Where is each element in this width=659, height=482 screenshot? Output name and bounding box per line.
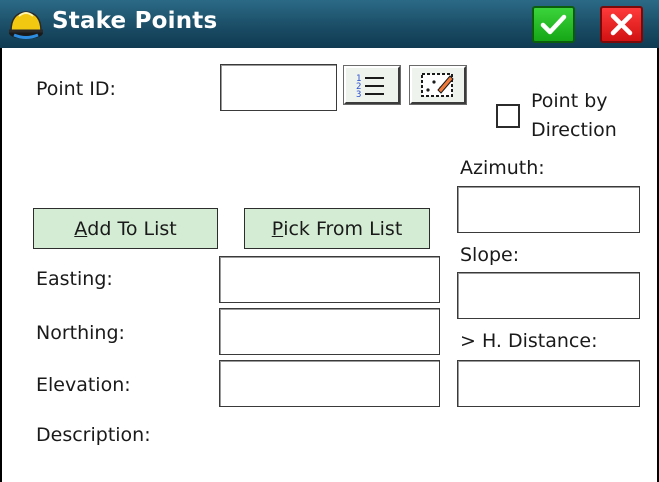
add-to-list-button[interactable]: Add To List bbox=[33, 208, 218, 249]
pick-from-list-accel: P bbox=[271, 217, 284, 240]
northing-input[interactable] bbox=[219, 308, 440, 355]
numbered-list-icon: 1 2 3 bbox=[356, 74, 384, 100]
close-icon bbox=[610, 13, 633, 36]
easting-input[interactable] bbox=[219, 256, 440, 303]
checkmark-icon bbox=[540, 14, 567, 35]
add-to-list-label: dd To List bbox=[87, 217, 177, 240]
slope-input[interactable] bbox=[457, 272, 640, 319]
elevation-input[interactable] bbox=[219, 360, 440, 407]
point-id-input[interactable] bbox=[220, 64, 337, 111]
easting-label: Easting: bbox=[36, 268, 113, 290]
window-frame-left bbox=[0, 48, 2, 482]
close-button[interactable] bbox=[600, 6, 643, 43]
pick-from-list-button[interactable]: Pick From List bbox=[244, 208, 430, 249]
svg-text:3: 3 bbox=[356, 90, 361, 100]
azimuth-input[interactable] bbox=[457, 186, 640, 233]
slope-label: Slope: bbox=[460, 244, 520, 266]
azimuth-label: Azimuth: bbox=[460, 157, 545, 179]
map-select-button[interactable] bbox=[409, 65, 467, 105]
ok-button[interactable] bbox=[532, 6, 575, 43]
point-list-button[interactable]: 1 2 3 bbox=[343, 65, 401, 105]
pick-from-list-label: ick From List bbox=[283, 217, 403, 240]
point-by-direction-label-2: Direction bbox=[531, 119, 617, 141]
point-by-direction-label-1: Point by bbox=[531, 90, 608, 112]
stake-points-window: Stake Points Point ID: 1 2 3 Point by Di… bbox=[0, 0, 659, 482]
window-title: Stake Points bbox=[52, 8, 218, 34]
title-bar: Stake Points bbox=[0, 0, 659, 48]
map-select-icon bbox=[421, 73, 454, 97]
horizontal-distance-label[interactable]: > H. Distance: bbox=[460, 330, 597, 352]
hard-hat-icon bbox=[9, 11, 43, 39]
add-to-list-accel: A bbox=[74, 217, 88, 240]
point-by-direction-checkbox[interactable] bbox=[496, 104, 520, 128]
horizontal-distance-input[interactable] bbox=[457, 360, 640, 407]
elevation-label: Elevation: bbox=[36, 374, 131, 396]
point-id-label: Point ID: bbox=[36, 78, 116, 100]
northing-label: Northing: bbox=[36, 322, 125, 344]
description-label: Description: bbox=[36, 424, 151, 446]
